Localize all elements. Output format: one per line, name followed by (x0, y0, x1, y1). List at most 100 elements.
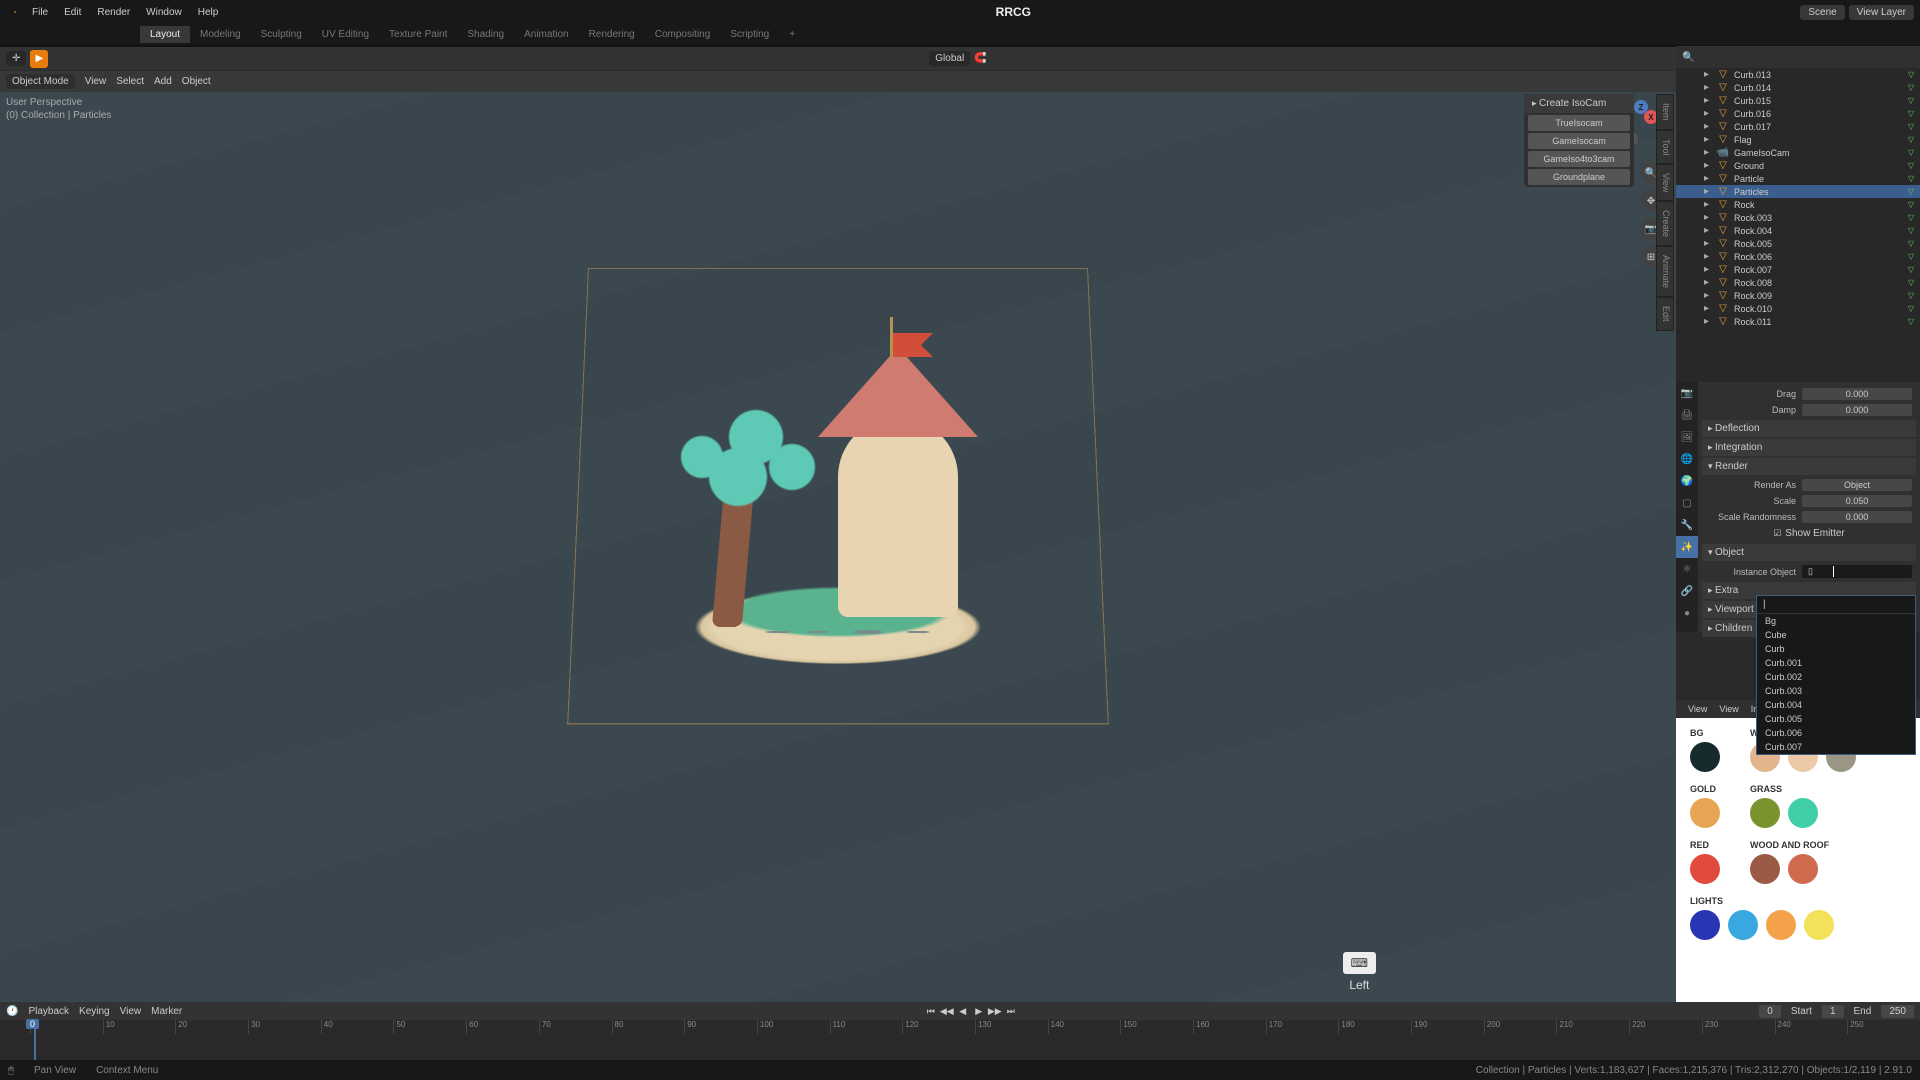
tl-playback[interactable]: Playback (28, 1006, 69, 1017)
dropdown-item[interactable]: Curb.005 (1757, 712, 1915, 726)
expand-icon[interactable]: ▸ (1704, 251, 1712, 262)
dropdown-item[interactable]: Curb.002 (1757, 670, 1915, 684)
next-key-icon[interactable]: ▶▶ (988, 1004, 1002, 1018)
btn-gameisocam[interactable]: GameIsocam (1528, 133, 1630, 149)
color-swatch[interactable] (1690, 910, 1720, 940)
timeline-track[interactable]: 0102030405060708090100110120130140150160… (0, 1020, 1920, 1060)
outliner-item[interactable]: ▸▽Rock.004▽ (1676, 224, 1920, 237)
color-swatch[interactable] (1690, 742, 1720, 772)
tab-add[interactable]: + (779, 26, 805, 43)
cursor-tool-icon[interactable]: ✛ (6, 51, 26, 66)
playhead[interactable] (34, 1020, 36, 1060)
outliner-item[interactable]: ▸▽Rock.008▽ (1676, 276, 1920, 289)
expand-icon[interactable]: ▸ (1704, 147, 1712, 158)
expand-icon[interactable]: ▸ (1704, 238, 1712, 249)
img-menu-view1[interactable]: View (1682, 704, 1713, 714)
outliner-search[interactable]: 🔍 (1676, 46, 1920, 68)
outliner-item[interactable]: ▸📹GameIsoCam▽ (1676, 146, 1920, 159)
viewlayer-selector[interactable]: View Layer (1849, 5, 1914, 20)
dropdown-item[interactable]: Curb.001 (1757, 656, 1915, 670)
outliner-item[interactable]: ▸▽Rock.006▽ (1676, 250, 1920, 263)
expand-icon[interactable]: ▸ (1704, 95, 1712, 106)
expand-icon[interactable]: ▸ (1704, 173, 1712, 184)
play-fwd-icon[interactable]: ▶ (972, 1004, 986, 1018)
tab-edit[interactable]: Edit (1656, 297, 1674, 331)
dropdown-item[interactable]: Curb.006 (1757, 726, 1915, 740)
outliner-item[interactable]: ▸▽Rock.009▽ (1676, 289, 1920, 302)
field-render-as[interactable]: Object (1802, 479, 1912, 491)
expand-icon[interactable]: ▸ (1704, 134, 1712, 145)
expand-icon[interactable]: ▸ (1704, 121, 1712, 132)
outliner-item[interactable]: ▸▽Rock.005▽ (1676, 237, 1920, 250)
tab-texture[interactable]: Texture Paint (379, 26, 457, 43)
prop-tab-material-icon[interactable]: ● (1676, 602, 1698, 624)
prop-tab-render-icon[interactable]: 📷 (1676, 382, 1698, 404)
outliner-item[interactable]: ▸▽Ground▽ (1676, 159, 1920, 172)
jump-start-icon[interactable]: ⏮ (924, 1004, 938, 1018)
section-deflection[interactable]: ▸ Deflection (1702, 420, 1916, 437)
color-swatch[interactable] (1788, 798, 1818, 828)
outliner-item[interactable]: ▸▽Particles▽ (1676, 185, 1920, 198)
color-swatch[interactable] (1766, 910, 1796, 940)
tab-item[interactable]: Item (1656, 94, 1674, 130)
dropdown-item[interactable]: Cube (1757, 628, 1915, 642)
prop-tab-object-icon[interactable]: ▢ (1676, 492, 1698, 514)
tab-shading[interactable]: Shading (457, 26, 514, 43)
snap-toggle-icon[interactable]: 🧲 (974, 53, 986, 64)
checkbox-show-emitter[interactable]: ☑ Show Emitter (1702, 525, 1916, 542)
section-object[interactable]: ▾ Object (1702, 544, 1916, 561)
outliner-item[interactable]: ▸▽Curb.015▽ (1676, 94, 1920, 107)
tab-compositing[interactable]: Compositing (645, 26, 721, 43)
dropdown-item[interactable]: Curb.003 (1757, 684, 1915, 698)
expand-icon[interactable]: ▸ (1704, 82, 1712, 93)
expand-icon[interactable]: ▸ (1704, 225, 1712, 236)
tab-sculpting[interactable]: Sculpting (251, 26, 312, 43)
outliner-item[interactable]: ▸▽Rock.007▽ (1676, 263, 1920, 276)
prop-tab-world-icon[interactable]: 🌍 (1676, 470, 1698, 492)
menu-view[interactable]: View (85, 76, 107, 87)
color-swatch[interactable] (1728, 910, 1758, 940)
outliner-item[interactable]: ▸▽Flag▽ (1676, 133, 1920, 146)
color-swatch[interactable] (1788, 854, 1818, 884)
expand-icon[interactable]: ▸ (1704, 69, 1712, 80)
outliner-item[interactable]: ▸▽Rock▽ (1676, 198, 1920, 211)
menu-render[interactable]: Render (89, 3, 138, 22)
clock-icon[interactable]: 🕐 (6, 1006, 18, 1017)
section-integration[interactable]: ▸ Integration (1702, 439, 1916, 456)
menu-add[interactable]: Add (154, 76, 172, 87)
expand-icon[interactable]: ▸ (1704, 290, 1712, 301)
color-swatch[interactable] (1804, 910, 1834, 940)
menu-window[interactable]: Window (138, 3, 190, 22)
play-icon[interactable]: ▶ (30, 50, 48, 68)
outliner-item[interactable]: ▸▽Rock.011▽ (1676, 315, 1920, 328)
tl-view[interactable]: View (120, 1006, 142, 1017)
prop-tab-output-icon[interactable]: 🖨 (1676, 404, 1698, 426)
prev-key-icon[interactable]: ◀◀ (940, 1004, 954, 1018)
mode-selector[interactable]: Object Mode (6, 74, 75, 89)
tl-keying[interactable]: Keying (79, 1006, 110, 1017)
field-damp[interactable]: 0.000 (1802, 404, 1912, 416)
btn-trueisocam[interactable]: TrueIsocam (1528, 115, 1630, 131)
outliner-item[interactable]: ▸▽Rock.010▽ (1676, 302, 1920, 315)
tab-rendering[interactable]: Rendering (579, 26, 645, 43)
prop-tab-scene-icon[interactable]: 🌐 (1676, 448, 1698, 470)
tab-animation[interactable]: Animation (514, 26, 578, 43)
play-rev-icon[interactable]: ◀ (956, 1004, 970, 1018)
orientation-dropdown[interactable]: Global (929, 51, 970, 66)
dropdown-item[interactable]: Curb.004 (1757, 698, 1915, 712)
expand-icon[interactable]: ▸ (1704, 199, 1712, 210)
img-menu-view2[interactable]: View (1713, 704, 1744, 714)
expand-icon[interactable]: ▸ (1704, 108, 1712, 119)
prop-tab-physics-icon[interactable]: ⚛ (1676, 558, 1698, 580)
tab-uv[interactable]: UV Editing (312, 26, 379, 43)
blender-logo-icon[interactable] (6, 3, 24, 21)
tab-create[interactable]: Create (1656, 201, 1674, 246)
field-scale[interactable]: 0.050 (1802, 495, 1912, 507)
field-scale-rand[interactable]: 0.000 (1802, 511, 1912, 523)
3d-viewport[interactable]: User Perspective (0) Collection | Partic… (0, 92, 1676, 1002)
tab-animate[interactable]: Animate (1656, 246, 1674, 297)
expand-icon[interactable]: ▸ (1704, 316, 1712, 327)
tab-view[interactable]: View (1656, 164, 1674, 201)
outliner-item[interactable]: ▸▽Curb.014▽ (1676, 81, 1920, 94)
expand-icon[interactable]: ▸ (1704, 212, 1712, 223)
